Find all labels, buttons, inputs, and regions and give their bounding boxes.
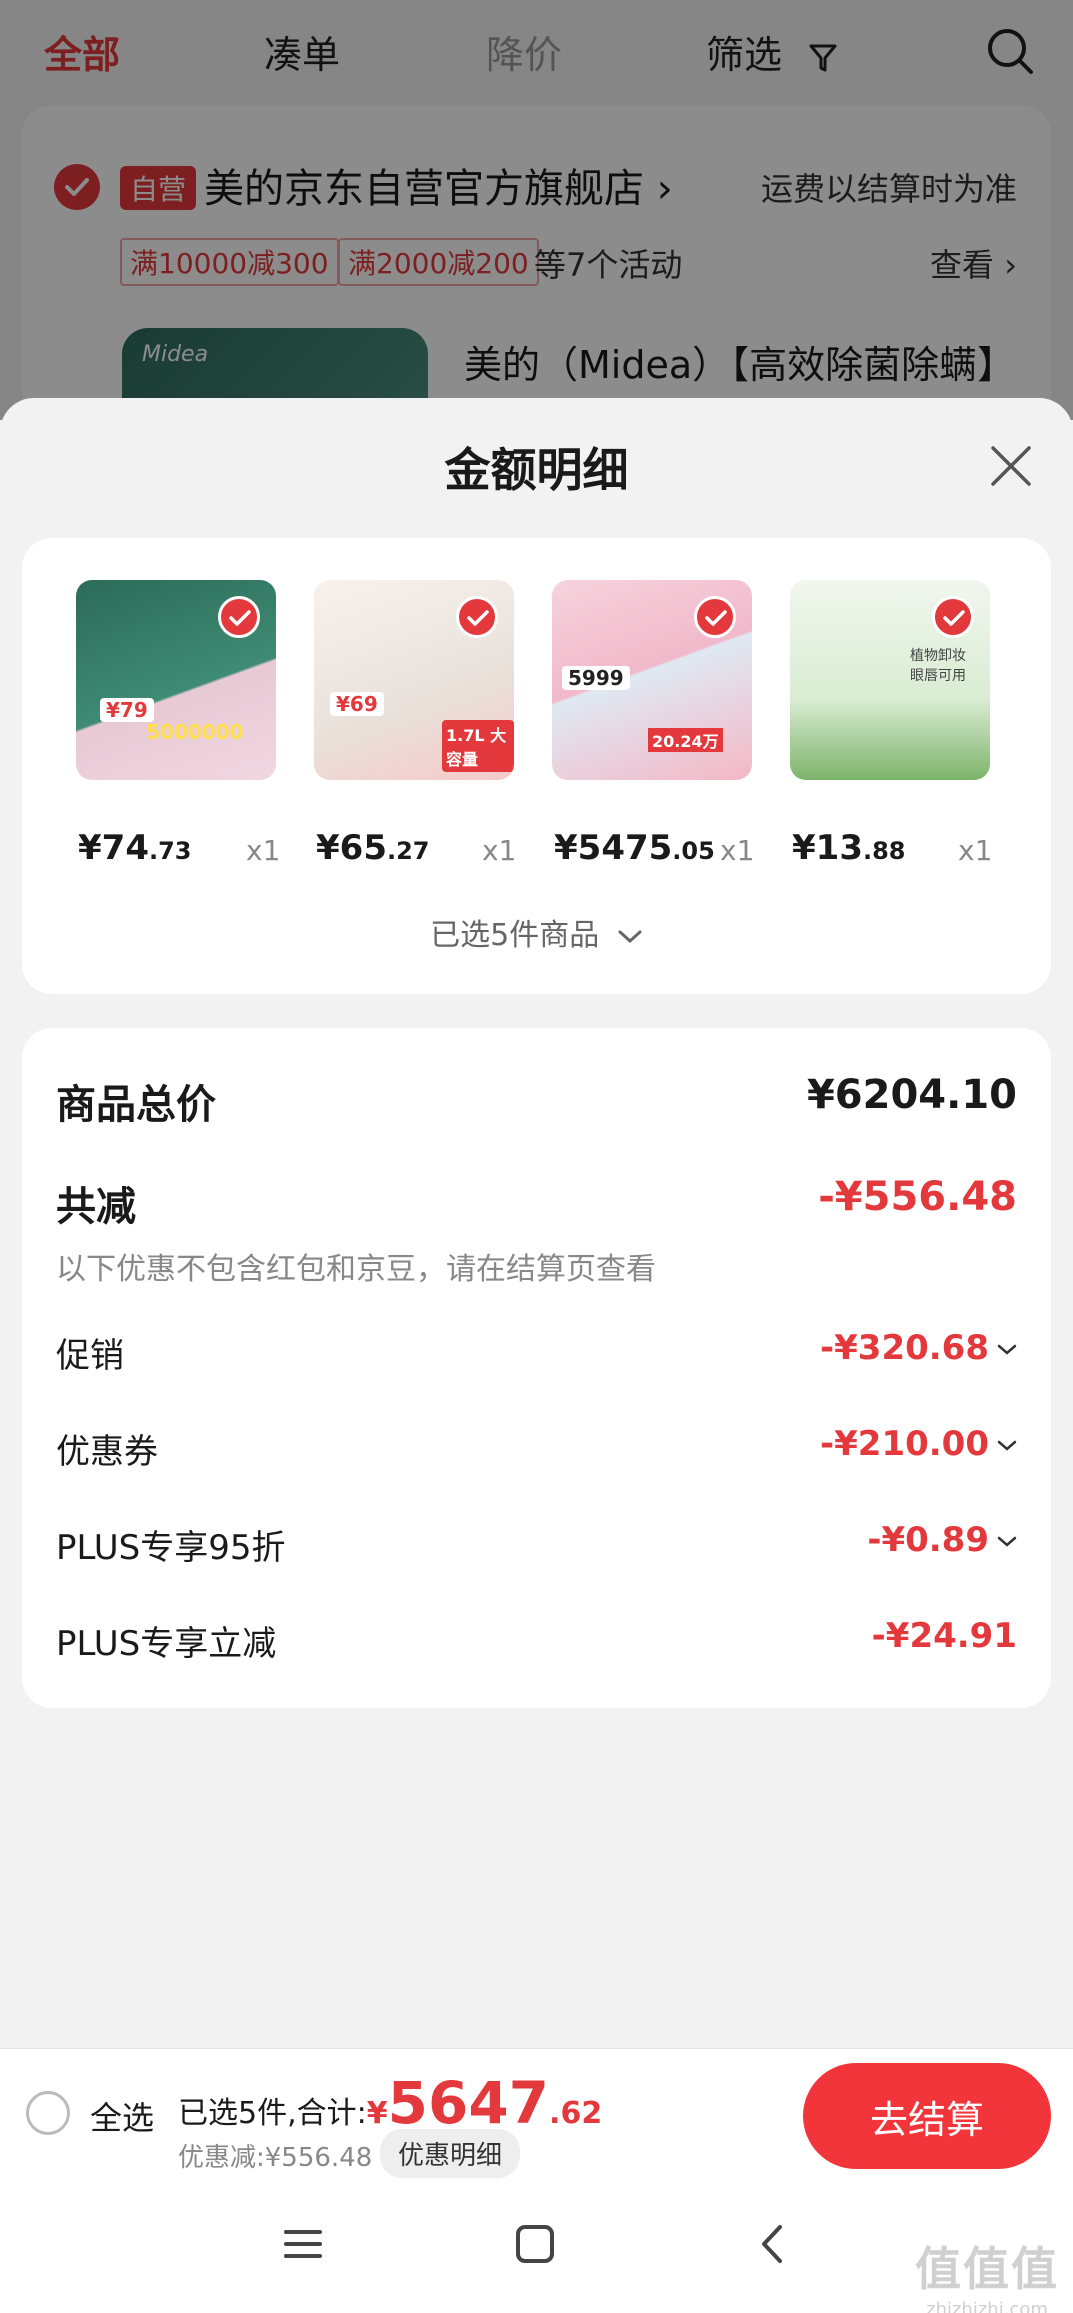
item-quantity: x1 (958, 834, 993, 867)
modal-overlay[interactable] (0, 0, 1073, 420)
item-price-dec: .27 (386, 837, 430, 865)
plus-instant-label: PLUS专享立减 (56, 1624, 277, 1664)
item-quantity: x1 (720, 834, 755, 867)
discount-detail-button[interactable]: 优惠明细 (380, 2129, 521, 2178)
item-price-int: ¥5475 (554, 828, 673, 868)
item-quantity: x1 (246, 834, 281, 867)
product-image[interactable]: ¥79 5000000 (76, 580, 276, 780)
image-badge-text: 20.24万 (648, 728, 723, 752)
item-price-dec: .73 (148, 837, 192, 865)
total-price-label: 商品总价 (56, 1082, 216, 1128)
plus-discount-label: PLUS专享95折 (56, 1528, 286, 1568)
total-reduction-label: 共减 (56, 1184, 136, 1230)
item-quantity: x1 (482, 834, 517, 867)
image-price-chip: ¥79 (100, 698, 154, 722)
sum-currency: ¥ (366, 2096, 388, 2131)
chevron-down-icon (618, 930, 642, 943)
selected-items-card: ¥79 5000000 ¥74.73 x1 ¥69 1.7L 大容量 ¥65.2… (22, 538, 1051, 994)
chevron-down-icon (997, 1344, 1017, 1355)
total-price-value: ¥6204.10 (806, 1072, 1017, 1118)
product-image[interactable]: 5999 20.24万 (552, 580, 752, 780)
plus-discount-amount: -¥0.89 (867, 1520, 989, 1560)
close-icon[interactable] (987, 442, 1035, 490)
promotion-value[interactable]: -¥320.68 (820, 1328, 1017, 1368)
watermark-url: zhizhizhi.com (926, 2299, 1048, 2313)
item-price-dec: .88 (862, 837, 906, 865)
reduction-note: 以下优惠不包含红包和京豆，请在结算页查看 (56, 1252, 656, 1287)
site-watermark: 值值值 zhizhizhi.com (915, 2233, 1059, 2313)
coupon-amount: -¥210.00 (820, 1424, 989, 1464)
promotion-amount: -¥320.68 (820, 1328, 989, 1368)
coupon-value[interactable]: -¥210.00 (820, 1424, 1017, 1464)
home-icon[interactable] (514, 2223, 556, 2265)
select-all-label[interactable]: 全选 (90, 2093, 154, 2139)
image-price-chip: 5999 (562, 666, 630, 690)
selected-count-label: 已选5件商品 (430, 918, 600, 953)
amount-detail-sheet: 金额明细 ¥79 5000000 ¥74.73 x1 ¥69 1.7L 大容量 … (0, 398, 1073, 2048)
selected-check-icon[interactable] (218, 596, 260, 638)
item-price: ¥13.88 (792, 828, 906, 868)
checkout-button[interactable]: 去结算 (803, 2063, 1051, 2169)
checkout-bar: 全选 已选5件,合计:¥5647.62 优惠减:¥556.48 优惠明细 去结算 (0, 2048, 1073, 2183)
chevron-down-icon (997, 1440, 1017, 1451)
price-summary-card: 商品总价 ¥6204.10 共减 -¥556.48 以下优惠不包含红包和京豆，请… (22, 1028, 1051, 1708)
image-badge-text: 1.7L 大容量 (442, 720, 514, 772)
plus-discount-value[interactable]: -¥0.89 (867, 1520, 1017, 1560)
selected-count-toggle[interactable]: 已选5件商品 (22, 910, 1051, 954)
selected-check-icon[interactable] (932, 596, 974, 638)
plus-instant-value: -¥24.91 (871, 1616, 1017, 1656)
menu-icon[interactable] (282, 2223, 324, 2265)
product-image[interactable]: 植物卸妆 眼唇可用 (790, 580, 990, 780)
image-badge-text: 5000000 (146, 720, 244, 744)
selected-check-icon[interactable] (694, 596, 736, 638)
chevron-down-icon (997, 1536, 1017, 1547)
sum-integer: 5647 (387, 2069, 550, 2137)
item-price-dec: .05 (672, 837, 715, 865)
image-price-chip: ¥69 (330, 692, 384, 716)
image-badge-text: 植物卸妆 眼唇可用 (910, 648, 966, 684)
product-image[interactable]: ¥69 1.7L 大容量 (314, 580, 514, 780)
saved-amount: 优惠减:¥556.48 (178, 2143, 373, 2173)
system-nav-bar: 值值值 zhizhizhi.com (0, 2183, 1073, 2313)
total-sum: 已选5件,合计:¥5647.62 (178, 2069, 602, 2137)
selected-check-icon[interactable] (456, 596, 498, 638)
item-price: ¥65.27 (316, 828, 430, 868)
total-reduction-value: -¥556.48 (818, 1174, 1017, 1220)
item-price: ¥5475.05 (554, 828, 715, 868)
promotion-label: 促销 (56, 1336, 124, 1376)
sum-fraction: .62 (549, 2096, 603, 2131)
item-price-int: ¥13 (792, 828, 863, 868)
item-price-int: ¥74 (78, 828, 149, 868)
sheet-title: 金额明细 (444, 443, 629, 497)
coupon-label: 优惠券 (56, 1432, 158, 1472)
item-price-int: ¥65 (316, 828, 387, 868)
watermark-main: 值值值 (915, 2242, 1059, 2296)
back-icon[interactable] (752, 2223, 794, 2265)
item-price: ¥74.73 (78, 828, 192, 868)
select-all-radio[interactable] (26, 2091, 70, 2135)
sum-prefix: 已选5件,合计: (178, 2096, 367, 2131)
